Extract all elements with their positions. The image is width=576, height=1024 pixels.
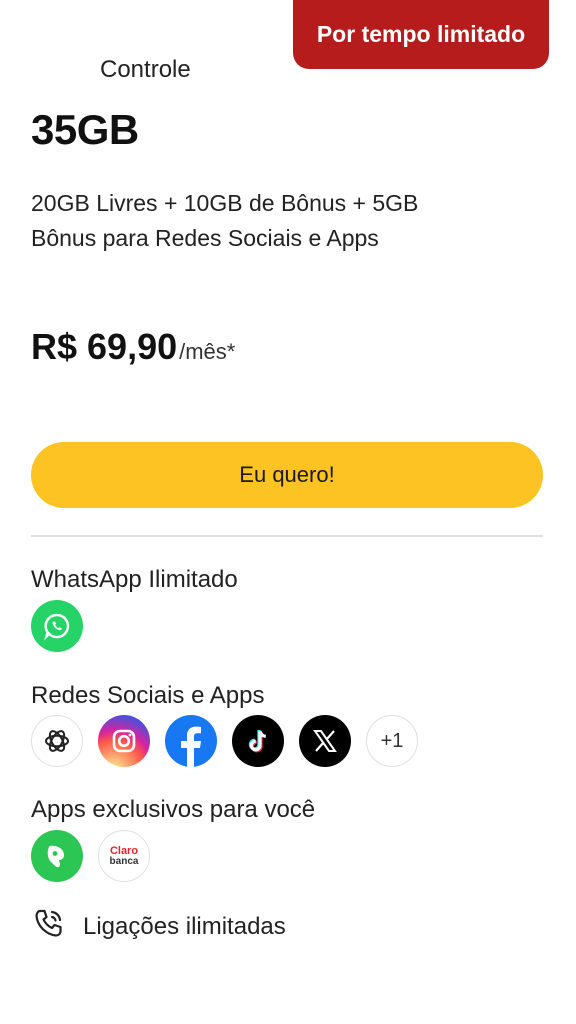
green-app-icon — [31, 830, 83, 882]
exclusive-section-title: Apps exclusivos para você — [31, 796, 316, 823]
plan-data-size: 35GB — [31, 106, 139, 153]
unlimited-calls-label: Ligações ilimitadas — [83, 912, 286, 940]
price-value: R$ 69,90 — [31, 326, 178, 367]
price-period: /mês* — [179, 339, 236, 364]
plan-description-line-1: 20GB Livres + 10GB de Bônus + 5GB — [31, 190, 419, 216]
plan-description-line-2: Bônus para Redes Sociais e Apps — [31, 225, 379, 251]
plan-price: R$ 69,90 /mês* — [31, 326, 235, 368]
plan-description: 20GB Livres + 10GB de Bônus + 5GB Bônus … — [31, 186, 501, 256]
whatsapp-icon — [31, 600, 83, 652]
instagram-icon — [98, 715, 150, 767]
plan-type: Controle — [100, 56, 191, 83]
social-section-title: Redes Sociais e Apps — [31, 682, 265, 709]
subscribe-button[interactable]: Eu quero! — [31, 442, 543, 508]
tiktok-icon — [232, 715, 284, 767]
claro-banca-text-2: banca — [109, 855, 139, 867]
whatsapp-section-title: WhatsApp Ilimitado — [31, 566, 238, 593]
claro-banca-icon: Claro banca — [98, 830, 150, 882]
phone-icon — [31, 906, 67, 947]
limited-time-badge: Por tempo limitado — [293, 0, 549, 69]
facebook-icon — [165, 715, 217, 767]
social-icon-row: +1 — [31, 715, 418, 767]
more-apps-badge: +1 — [366, 715, 418, 767]
unlimited-calls-row: Ligações ilimitadas — [31, 906, 286, 947]
chatgpt-icon — [31, 715, 83, 767]
claro-banca-text-1: Claro — [109, 844, 139, 857]
x-icon — [299, 715, 351, 767]
divider — [31, 535, 543, 537]
whatsapp-icon-row — [31, 600, 83, 652]
exclusive-icon-row: Claro banca — [31, 830, 150, 882]
